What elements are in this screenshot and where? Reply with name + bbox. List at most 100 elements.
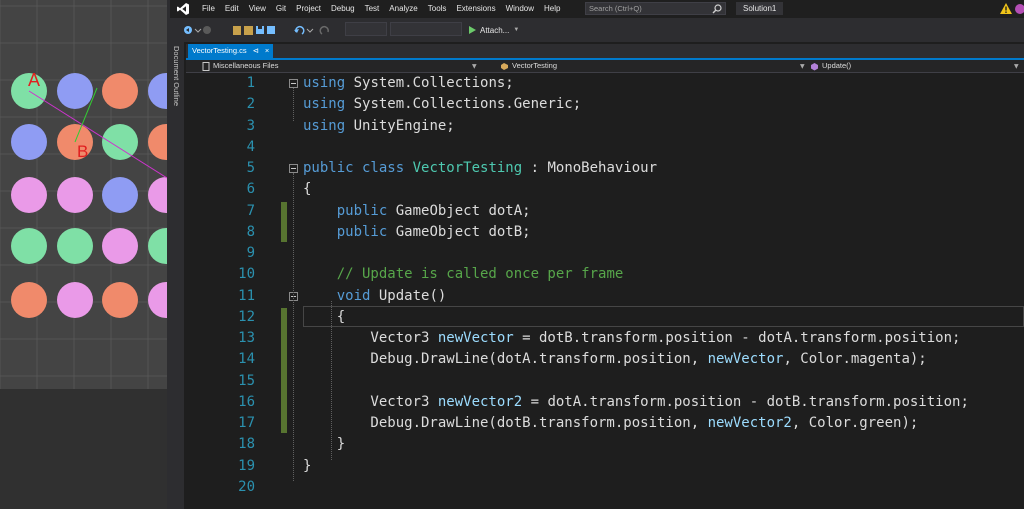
code-line[interactable]: 14 Debug.DrawLine(dotA.transform.positio… bbox=[211, 349, 1024, 370]
line-number: 6 bbox=[246, 181, 255, 198]
tab-vectortesting-cs[interactable]: VectorTesting.cs ⊲ × bbox=[188, 44, 274, 58]
code-token: newVector2 bbox=[437, 393, 523, 410]
code-line[interactable]: 4 bbox=[211, 137, 1024, 158]
code-line[interactable]: 2 using System.Collections.Generic; bbox=[211, 94, 1024, 115]
project-dropdown[interactable]: Miscellaneous Files bbox=[202, 60, 492, 72]
collapse-icon[interactable] bbox=[289, 164, 298, 173]
line-number: 15 bbox=[238, 372, 255, 389]
scene-dot[interactable] bbox=[57, 228, 93, 264]
chevron-down-icon[interactable]: ▼ bbox=[1014, 63, 1019, 70]
menu-item-test[interactable]: Test bbox=[360, 0, 385, 18]
menu-item-window[interactable]: Window bbox=[501, 0, 539, 18]
menu-item-edit[interactable]: Edit bbox=[220, 0, 244, 18]
code-token: { bbox=[303, 181, 312, 198]
line-number: 4 bbox=[246, 138, 255, 155]
scene-dot[interactable] bbox=[57, 73, 93, 109]
code-text: using System.Collections; bbox=[303, 73, 514, 94]
code-token: newVector2 bbox=[707, 415, 792, 431]
configuration-dropdown[interactable] bbox=[345, 22, 387, 36]
code-line[interactable]: 15 bbox=[211, 371, 1024, 392]
collapse-icon[interactable] bbox=[289, 79, 298, 88]
navigate-back-forward-icon[interactable] bbox=[182, 22, 212, 38]
code-token: Debug.DrawLine(dotA.transform.position, bbox=[303, 351, 708, 368]
outline-guide bbox=[293, 173, 294, 482]
scene-dot[interactable] bbox=[102, 124, 138, 160]
code-line[interactable]: 5 public class VectorTesting : MonoBehavi… bbox=[211, 158, 1024, 179]
scene-dot[interactable] bbox=[11, 282, 47, 318]
scene-dot[interactable] bbox=[102, 282, 138, 318]
code-text: public class VectorTesting : MonoBehavio… bbox=[303, 158, 657, 179]
code-text: Debug.DrawLine(dotB.transform.position, … bbox=[303, 413, 918, 434]
outline-guide bbox=[293, 88, 294, 121]
code-line[interactable]: 8 public GameObject dotB; bbox=[211, 222, 1024, 243]
code-text: public GameObject dotA; bbox=[303, 201, 531, 222]
file-save-icons[interactable] bbox=[232, 22, 276, 38]
line-number: 2 bbox=[246, 96, 255, 113]
unity-scene-view[interactable]: AB bbox=[0, 0, 167, 509]
menu-item-extensions[interactable]: Extensions bbox=[451, 0, 500, 18]
code-line[interactable]: 18 } bbox=[211, 434, 1024, 455]
code-line[interactable]: 17 Debug.DrawLine(dotB.transform.positio… bbox=[211, 413, 1024, 434]
menu-item-view[interactable]: View bbox=[244, 0, 271, 18]
line-number: 18 bbox=[238, 436, 255, 453]
code-token: : MonoBehaviour bbox=[522, 160, 658, 176]
code-line[interactable]: 19} bbox=[211, 456, 1024, 477]
code-line[interactable]: 6{ bbox=[211, 179, 1024, 200]
scene-dot[interactable] bbox=[11, 228, 47, 264]
menu-item-tools[interactable]: Tools bbox=[423, 0, 452, 18]
code-line[interactable]: 7 public GameObject dotA; bbox=[211, 201, 1024, 222]
scene-dot[interactable] bbox=[148, 177, 167, 213]
scene-dot[interactable] bbox=[102, 73, 138, 109]
code-line[interactable]: 13 Vector3 newVector = dotB.transform.po… bbox=[211, 328, 1024, 349]
scene-grid[interactable]: AB bbox=[0, 0, 167, 389]
code-line[interactable]: 20 bbox=[211, 477, 1024, 498]
scene-dot[interactable] bbox=[57, 177, 93, 213]
scene-dot[interactable] bbox=[102, 177, 138, 213]
code-line[interactable]: 10 // Update is called once per frame bbox=[211, 264, 1024, 285]
code-text: { bbox=[303, 179, 311, 200]
menu-item-project[interactable]: Project bbox=[291, 0, 326, 18]
code-token: = dotB.transform.position - dotA.transfo… bbox=[513, 330, 961, 346]
class-dropdown[interactable]: VectorTesting bbox=[500, 60, 800, 72]
pin-icon[interactable]: ⊲ bbox=[253, 44, 259, 58]
scene-dot[interactable] bbox=[148, 282, 167, 318]
toolbar: Attach... ▼ bbox=[170, 18, 1024, 42]
code-text: using UnityEngine; bbox=[303, 116, 455, 137]
line-number: 17 bbox=[238, 415, 255, 431]
code-editor[interactable]: 1 using System.Collections; 2 using System.… bbox=[211, 73, 1024, 509]
member-dropdown[interactable]: Update() bbox=[810, 60, 1010, 72]
code-line[interactable]: 16 Vector3 newVector2 = dotA.transform.p… bbox=[211, 392, 1024, 413]
scene-dot[interactable] bbox=[148, 228, 167, 264]
attach-button[interactable]: Attach... ▼ bbox=[467, 22, 519, 38]
warning-icon[interactable] bbox=[1000, 3, 1012, 14]
code-line[interactable]: 3 using UnityEngine; bbox=[211, 116, 1024, 137]
undo-redo-icons[interactable] bbox=[292, 22, 340, 38]
code-text: Vector3 newVector2 = dotA.transform.posi… bbox=[303, 392, 968, 413]
menu-item-file[interactable]: File bbox=[197, 0, 220, 18]
search-box[interactable]: Search (Ctrl+Q) bbox=[585, 2, 726, 15]
scene-dot[interactable] bbox=[11, 177, 47, 213]
menu-item-analyze[interactable]: Analyze bbox=[384, 0, 422, 18]
menu-item-debug[interactable]: Debug bbox=[326, 0, 360, 18]
code-text: } bbox=[303, 456, 311, 477]
chevron-down-icon[interactable]: ▼ bbox=[472, 63, 477, 70]
close-icon[interactable]: × bbox=[265, 44, 269, 58]
menu-item-git[interactable]: Git bbox=[271, 0, 291, 18]
change-indicator bbox=[281, 201, 287, 242]
document-outline-panel-tab[interactable] bbox=[170, 42, 184, 509]
scene-dot[interactable] bbox=[11, 124, 47, 160]
code-line[interactable]: 11 void Update() bbox=[211, 286, 1024, 307]
scene-dot[interactable] bbox=[148, 124, 167, 160]
scene-dot[interactable] bbox=[57, 282, 93, 318]
chevron-down-icon[interactable]: ▼ bbox=[800, 63, 805, 70]
menu-item-help[interactable]: Help bbox=[539, 0, 565, 18]
code-line[interactable]: 9 bbox=[211, 243, 1024, 264]
account-avatar[interactable] bbox=[1015, 4, 1024, 14]
code-line[interactable]: 12 { bbox=[211, 307, 1024, 328]
platform-dropdown[interactable] bbox=[390, 22, 462, 36]
scene-dot[interactable] bbox=[102, 228, 138, 264]
code-line[interactable]: 1 using System.Collections; bbox=[211, 73, 1024, 94]
scene-dot[interactable] bbox=[148, 73, 167, 109]
